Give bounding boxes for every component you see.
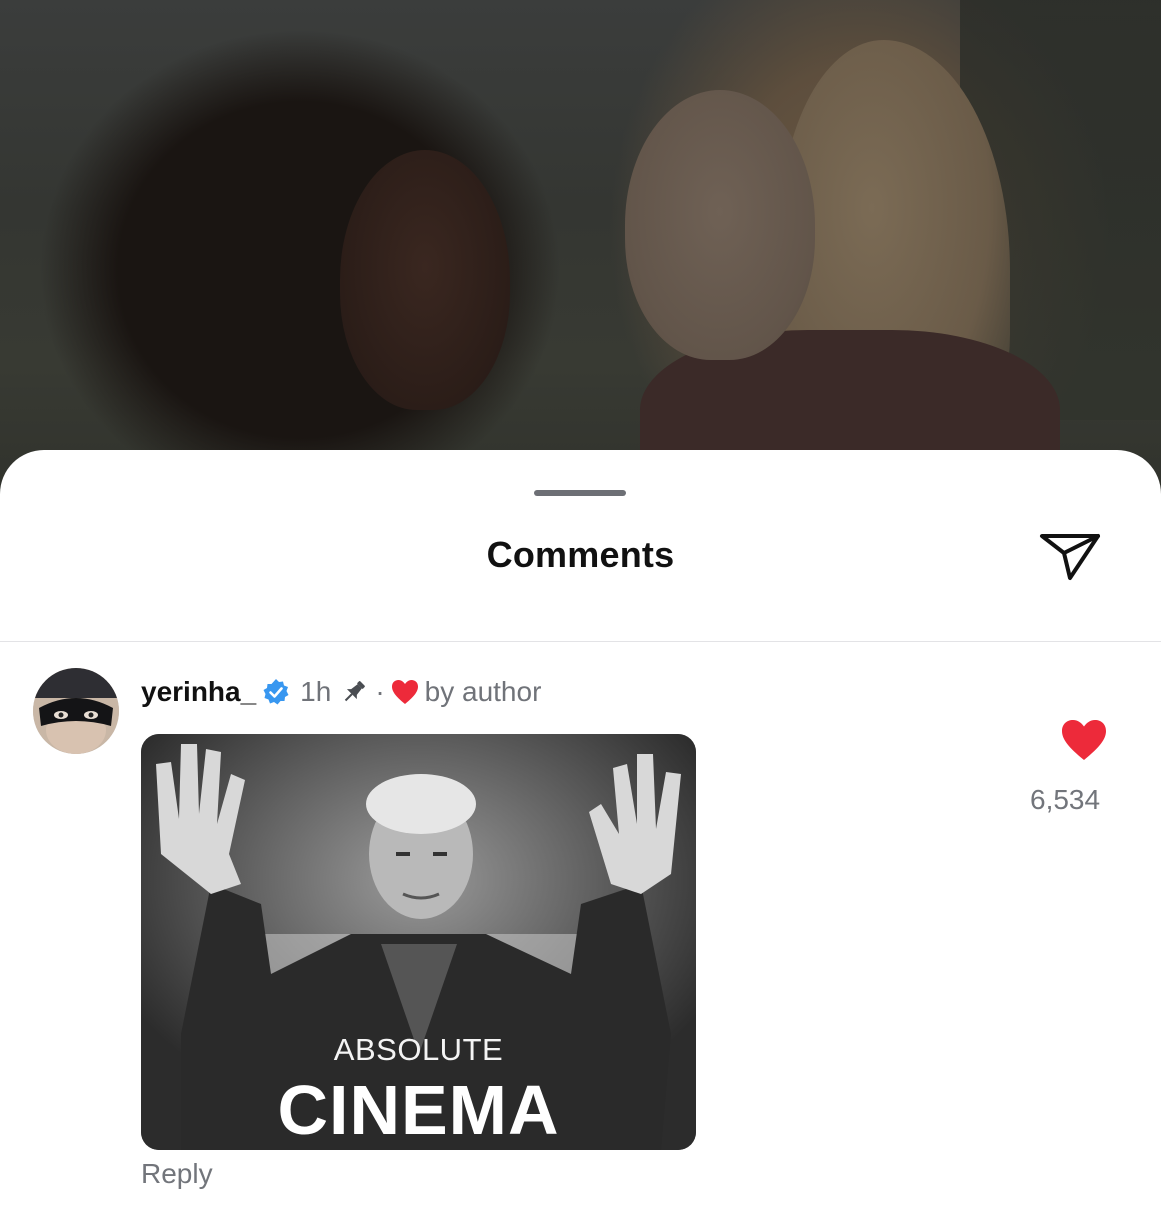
comment-username[interactable]: yerinha_ <box>141 676 256 708</box>
liked-by-author-label: by author <box>424 676 542 707</box>
heart-filled-icon[interactable] <box>1060 718 1108 762</box>
heart-icon <box>391 680 418 704</box>
background-post-photo <box>0 0 1161 530</box>
separator-dot: · <box>375 676 385 707</box>
photo-person-left-face <box>340 150 510 410</box>
gif-caption-top: ABSOLUTE <box>333 1032 504 1067</box>
comments-sheet: Comments yerinha_ 1h · by author ABSOLUT… <box>0 450 1161 1210</box>
comment-header: yerinha_ 1h · by author <box>141 672 541 712</box>
avatar-image <box>33 668 119 754</box>
comment-time: 1h <box>300 676 332 707</box>
photo-person-right-face <box>625 90 815 360</box>
verified-badge-icon <box>263 679 289 705</box>
share-paper-plane-icon[interactable] <box>1038 528 1102 584</box>
sheet-title: Comments <box>486 534 675 575</box>
avatar[interactable] <box>33 668 119 754</box>
pin-icon <box>345 681 366 702</box>
reply-button[interactable]: Reply <box>141 1158 213 1190</box>
comment-gif-image[interactable]: ABSOLUTE CINEMA <box>141 734 696 1150</box>
header-divider <box>0 641 1161 642</box>
like-count: 6,534 <box>1030 784 1101 815</box>
sheet-drag-handle[interactable] <box>534 490 626 496</box>
gif-caption-bottom: CINEMA <box>277 1071 560 1149</box>
